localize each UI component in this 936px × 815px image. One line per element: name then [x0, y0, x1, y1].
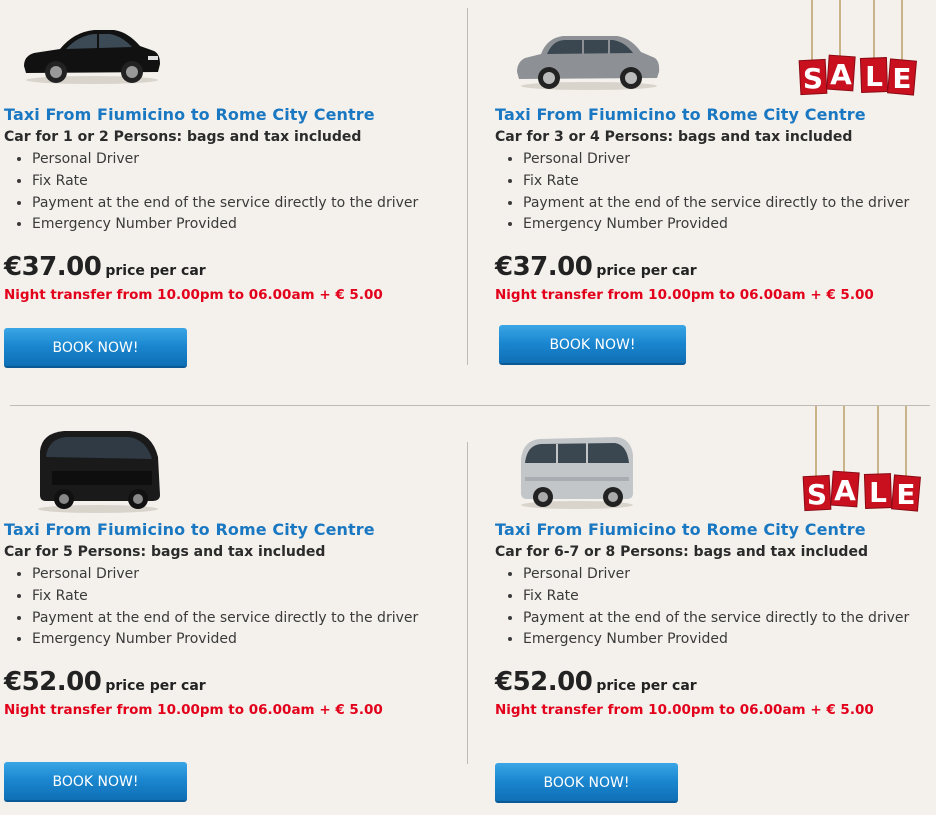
feature-item: Personal Driver [523, 564, 909, 586]
book-now-button[interactable]: BOOK NOW! [499, 325, 686, 365]
feature-item: Fix Rate [32, 586, 418, 608]
feature-item: Emergency Number Provided [32, 629, 418, 651]
night-surcharge: Night transfer from 10.00pm to 06.00am +… [4, 702, 383, 718]
minibus-icon [521, 437, 633, 509]
feature-item: Fix Rate [32, 171, 418, 193]
sale-letter: A [834, 474, 856, 507]
feature-item: Fix Rate [523, 171, 909, 193]
offer-subtitle: Car for 5 Persons: bags and tax included [4, 544, 326, 560]
feature-item: Payment at the end of the service direct… [32, 608, 418, 630]
price-amount: €52.00 [495, 667, 593, 697]
night-surcharge: Night transfer from 10.00pm to 06.00am +… [495, 702, 874, 718]
feature-item: Emergency Number Provided [523, 214, 909, 236]
price-amount: €37.00 [495, 252, 593, 282]
feature-item: Emergency Number Provided [32, 214, 418, 236]
offer-title: Taxi From Fiumicino to Rome City Centre [495, 105, 866, 124]
sale-letter: S [803, 62, 823, 95]
price-suffix: price per car [596, 263, 697, 279]
offer-subtitle: Car for 1 or 2 Persons: bags and tax inc… [4, 129, 362, 145]
feature-item: Personal Driver [32, 564, 418, 586]
price-amount: €52.00 [4, 667, 102, 697]
sale-letter: S [807, 478, 827, 511]
column-divider-top [467, 8, 468, 365]
sale-letter: A [830, 58, 852, 91]
offer-title: Taxi From Fiumicino to Rome City Centre [495, 520, 866, 539]
price-suffix: price per car [105, 263, 206, 279]
offer-title: Taxi From Fiumicino to Rome City Centre [4, 105, 375, 124]
station-wagon-car-icon [517, 36, 660, 90]
price-suffix: price per car [596, 678, 697, 694]
price: €52.00 price per car [4, 667, 206, 697]
feature-item: Fix Rate [523, 586, 909, 608]
sedan-car-icon [24, 30, 160, 84]
price: €52.00 price per car [495, 667, 697, 697]
offer-subtitle: Car for 6-7 or 8 Persons: bags and tax i… [495, 544, 868, 560]
night-surcharge: Night transfer from 10.00pm to 06.00am +… [4, 287, 383, 303]
offer-subtitle: Car for 3 or 4 Persons: bags and tax inc… [495, 129, 853, 145]
sale-tag-icon: S A L E [798, 0, 917, 96]
feature-list: Personal Driver Fix Rate Payment at the … [505, 149, 909, 236]
feature-list: Personal Driver Fix Rate Payment at the … [14, 149, 418, 236]
offer-card-1: Taxi From Fiumicino to Rome City Centre … [4, 0, 464, 400]
offer-card-3: Taxi From Fiumicino to Rome City Centre … [4, 415, 464, 815]
feature-list: Personal Driver Fix Rate Payment at the … [14, 564, 418, 651]
night-surcharge: Night transfer from 10.00pm to 06.00am +… [495, 287, 874, 303]
price-amount: €37.00 [4, 252, 102, 282]
price: €37.00 price per car [4, 252, 206, 282]
feature-item: Payment at the end of the service direct… [32, 193, 418, 215]
column-divider-bottom [467, 442, 468, 764]
feature-item: Personal Driver [523, 149, 909, 171]
row-divider [10, 405, 930, 406]
book-now-button[interactable]: BOOK NOW! [4, 762, 187, 802]
sale-letter: E [892, 62, 911, 95]
feature-item: Payment at the end of the service direct… [523, 193, 909, 215]
price-suffix: price per car [105, 678, 206, 694]
sale-letter: L [865, 60, 883, 93]
book-now-button[interactable]: BOOK NOW! [495, 763, 678, 803]
feature-item: Emergency Number Provided [523, 629, 909, 651]
feature-list: Personal Driver Fix Rate Payment at the … [505, 564, 909, 651]
offer-title: Taxi From Fiumicino to Rome City Centre [4, 520, 375, 539]
sale-letter: E [896, 478, 915, 511]
book-now-button[interactable]: BOOK NOW! [4, 328, 187, 368]
feature-item: Payment at the end of the service direct… [523, 608, 909, 630]
sale-letter: L [869, 476, 887, 509]
minivan-icon [38, 431, 160, 513]
sale-tag-icon: S A L E [802, 406, 921, 512]
price: €37.00 price per car [495, 252, 697, 282]
feature-item: Personal Driver [32, 149, 418, 171]
